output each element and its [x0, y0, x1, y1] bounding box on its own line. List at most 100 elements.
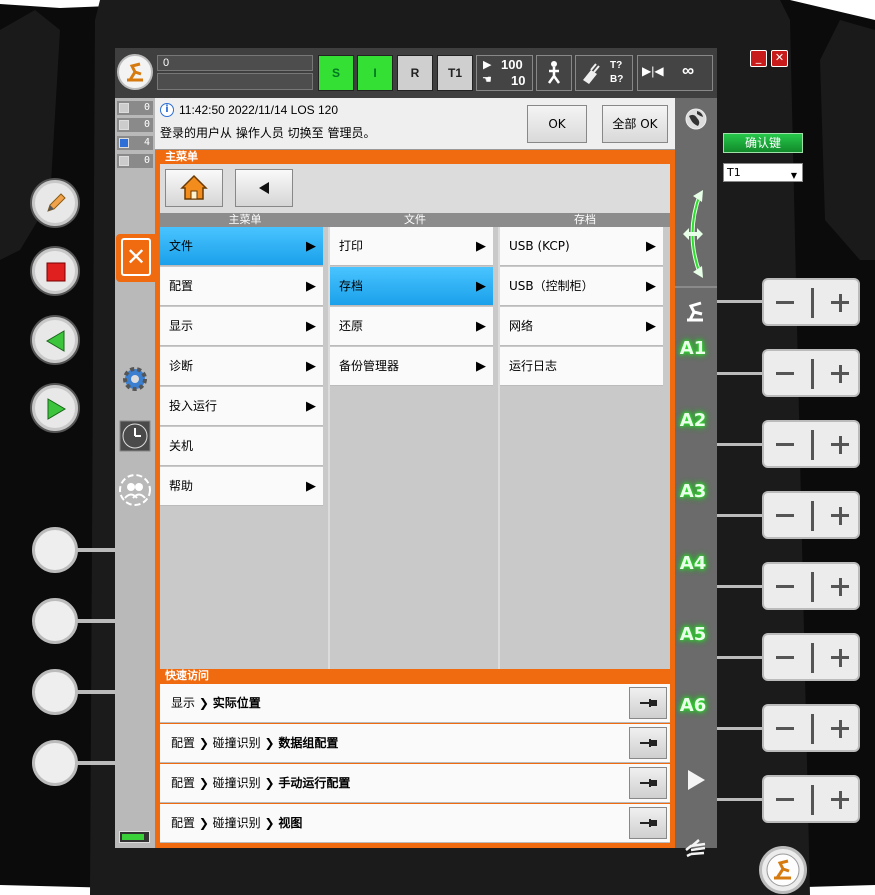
robot-interpreter-status[interactable]: R: [397, 55, 433, 91]
hand-icon[interactable]: [683, 836, 709, 860]
axis-label-a3: A3: [679, 481, 707, 502]
menu-item-help[interactable]: 帮助 ▶: [160, 467, 323, 506]
stop-key[interactable]: [32, 248, 78, 294]
menu-item-backup-manager[interactable]: 备份管理器 ▶: [330, 347, 493, 386]
softkey-4-stem: [76, 761, 116, 765]
softkey-3[interactable]: [32, 669, 78, 715]
menu-item-label: 网络: [509, 319, 534, 333]
minimize-button[interactable]: _: [750, 50, 767, 67]
globe-icon[interactable]: [683, 106, 709, 132]
edit-key[interactable]: [32, 180, 78, 226]
softkey-4[interactable]: [32, 740, 78, 786]
jog-key-a6[interactable]: [762, 633, 860, 681]
robot-logo-button[interactable]: [117, 54, 153, 90]
menu-item-shutdown[interactable]: 关机: [160, 427, 323, 466]
submit-interpreter-status[interactable]: S: [318, 55, 354, 91]
menu-item-network[interactable]: 网络 ▶: [500, 307, 663, 346]
back-button[interactable]: [235, 169, 293, 207]
quick-access-path: 配置 ❯ 碰撞识别 ❯: [171, 816, 279, 830]
menu-item-usb-kcp[interactable]: USB (KCP) ▶: [500, 227, 663, 266]
info-count-value: 4: [143, 137, 150, 148]
ack-message-count[interactable]: 0: [117, 101, 153, 115]
menu-item-label: 显示: [169, 319, 194, 333]
incremental-icon: ▶|◀: [642, 64, 664, 78]
message-text: 登录的用户从 操作人员 切换至 管理员。: [160, 126, 376, 140]
jog-key-manual-override[interactable]: [762, 775, 860, 823]
override-status[interactable]: ▶ 100 ☚ 10: [476, 55, 533, 91]
menu-item-configuration[interactable]: 配置 ▶: [160, 267, 323, 306]
menu-item-diagnosis[interactable]: 诊断 ▶: [160, 347, 323, 386]
menu-item-label: 投入运行: [169, 399, 218, 413]
submenu-arrow-icon: ▶: [476, 239, 486, 254]
program-override-value: 100: [501, 57, 523, 72]
close-window-button[interactable]: ✕: [771, 50, 788, 67]
jog-key-a1[interactable]: [762, 278, 860, 326]
divider: [675, 286, 717, 288]
status-bar: 0 S I R T1 ▶ 100 ☚ 10 T? B? ▶|◀ ∞: [115, 48, 717, 98]
submenu-arrow-icon: ▶: [306, 279, 316, 294]
menu-item-usb-cabinet[interactable]: USB（控制柜） ▶: [500, 267, 663, 306]
quick-access-row[interactable]: 显示 ❯ 实际位置: [160, 684, 670, 723]
jog-key-a3[interactable]: [762, 420, 860, 468]
jog-key-a2[interactable]: [762, 349, 860, 397]
main-menu-key[interactable]: [759, 846, 807, 894]
start-forward-key[interactable]: [32, 385, 78, 431]
axis-label-a5: A5: [679, 624, 707, 645]
robot-logo-icon: [766, 853, 800, 887]
play-icon[interactable]: [685, 768, 707, 792]
jog-line: [716, 514, 764, 517]
incremental-status[interactable]: ▶|◀ ∞: [637, 55, 713, 91]
jog-key-a5[interactable]: [762, 562, 860, 610]
start-backward-key[interactable]: [32, 317, 78, 363]
operating-mode-status[interactable]: T1: [437, 55, 473, 91]
drives-status[interactable]: I: [357, 55, 393, 91]
tool-base-status[interactable]: T? B?: [575, 55, 633, 91]
menu-item-start-up[interactable]: 投入运行 ▶: [160, 387, 323, 426]
quick-access-title: 快速访问: [165, 669, 209, 682]
menu-item-logbook[interactable]: 运行日志: [500, 347, 663, 386]
menu-item-display[interactable]: 显示 ▶: [160, 307, 323, 346]
walking-person-icon: [547, 61, 561, 84]
program-name-field[interactable]: 0: [157, 55, 313, 71]
user-group-icon[interactable]: [118, 473, 152, 507]
column-header-archive: 存档: [500, 213, 670, 227]
axis-label-a1: A1: [679, 338, 707, 359]
jog-rotate-icon[interactable]: [675, 188, 717, 280]
jog-key-a4[interactable]: [762, 491, 860, 539]
info-message-count[interactable]: 4: [117, 136, 153, 150]
menu-item-print[interactable]: 打印 ▶: [330, 227, 493, 266]
quick-access-row[interactable]: 配置 ❯ 碰撞识别 ❯ 视图: [160, 804, 670, 843]
pin-button[interactable]: [629, 727, 667, 759]
settings-gear-icon[interactable]: [120, 364, 150, 394]
softkey-2[interactable]: [32, 598, 78, 644]
menu-item-file[interactable]: 文件 ▶: [160, 227, 323, 266]
pin-button[interactable]: [629, 687, 667, 719]
confirm-key-button[interactable]: 确认键: [723, 133, 803, 153]
submenu-arrow-icon: ▶: [476, 359, 486, 374]
softkey-1[interactable]: [32, 527, 78, 573]
submenu-arrow-icon: ▶: [476, 279, 486, 294]
quick-access-row[interactable]: 配置 ❯ 碰撞识别 ❯ 数据组配置: [160, 724, 670, 763]
robot-arm-icon[interactable]: [683, 298, 709, 324]
ok-all-button[interactable]: 全部 OK: [602, 105, 668, 143]
quick-access-row[interactable]: 配置 ❯ 碰撞识别 ❯ 手动运行配置: [160, 764, 670, 803]
clock-icon[interactable]: [119, 420, 151, 452]
home-button[interactable]: [165, 169, 223, 207]
submenu-arrow-icon: ▶: [646, 279, 656, 294]
close-menu-button[interactable]: ✕: [116, 234, 155, 282]
pin-button[interactable]: [629, 767, 667, 799]
jog-line: [716, 300, 764, 303]
menu-item-archive[interactable]: 存档 ▶: [330, 267, 493, 306]
wait-message-count[interactable]: 0: [117, 154, 153, 168]
mode-select[interactable]: T1 ▼: [723, 163, 803, 182]
menu-item-label: USB (KCP): [509, 239, 570, 253]
jog-mode-status[interactable]: [536, 55, 572, 91]
ok-button[interactable]: OK: [527, 105, 587, 143]
pin-button[interactable]: [629, 807, 667, 839]
state-message-count[interactable]: 0: [117, 118, 153, 132]
axis-label-a6: A6: [679, 695, 707, 716]
jog-key-override[interactable]: [762, 704, 860, 752]
menu-item-restore[interactable]: 还原 ▶: [330, 307, 493, 346]
submenu-arrow-icon: ▶: [646, 239, 656, 254]
submenu-arrow-icon: ▶: [306, 359, 316, 374]
